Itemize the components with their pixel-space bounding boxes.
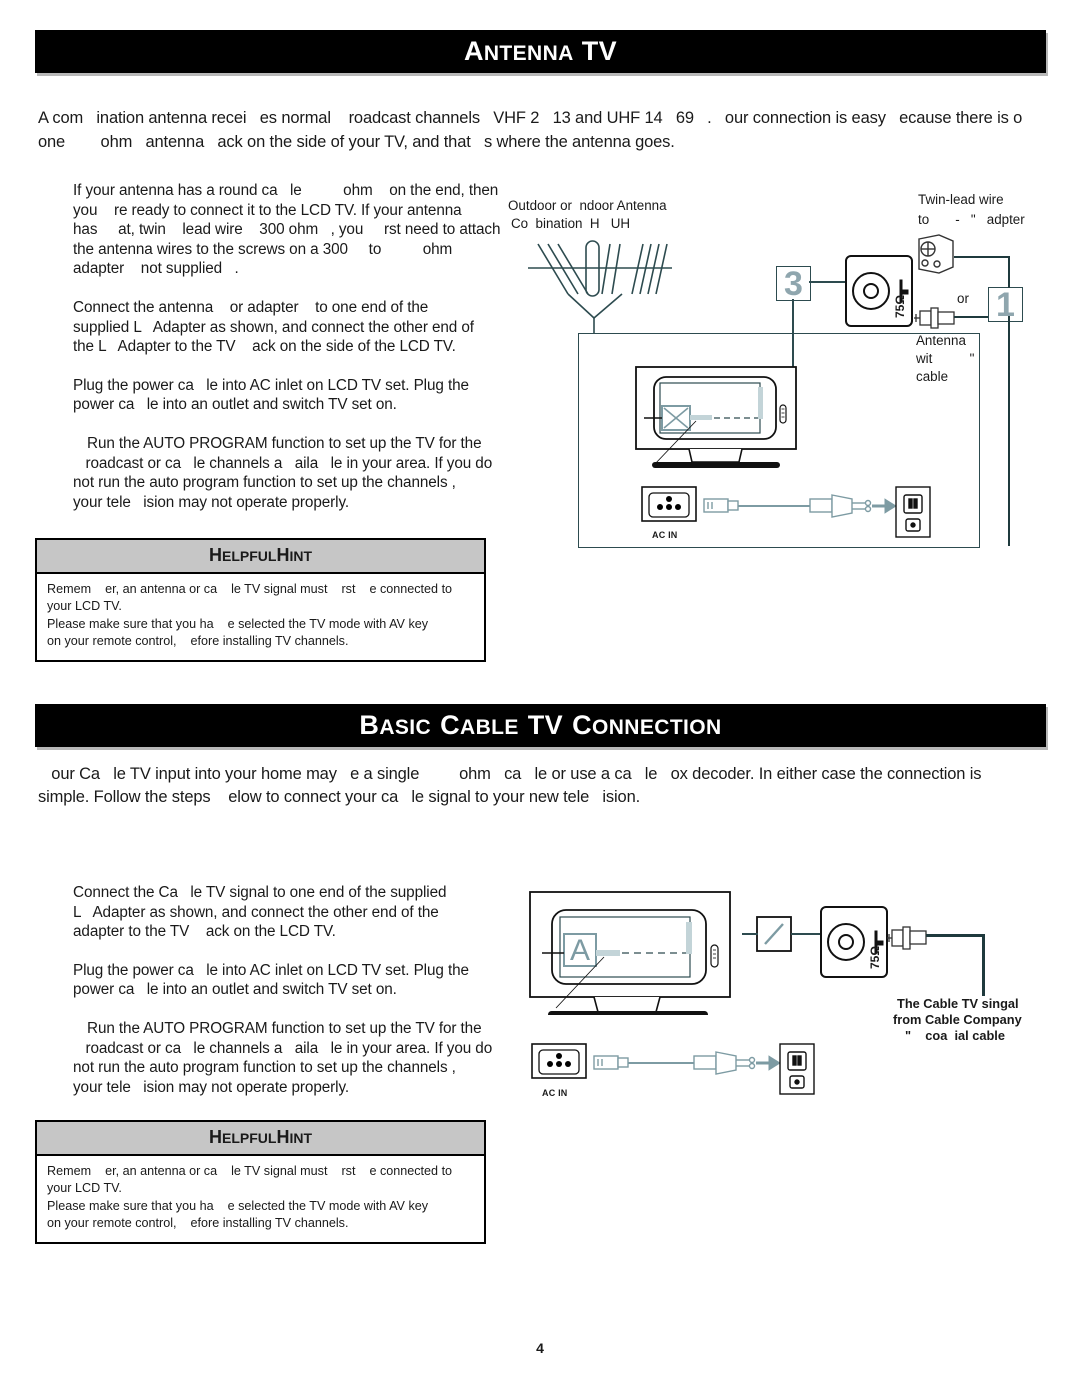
header2-rest-able: ABLE	[460, 716, 519, 739]
screen-letter-a: A	[570, 934, 590, 967]
header2-cap-c2: C	[572, 710, 592, 740]
hint2-rest-elpful: ELPFUL	[221, 1130, 277, 1146]
ac-in-label-2: AC IN	[542, 1088, 568, 1098]
antenna-cable-label-line2: wit "	[916, 351, 975, 366]
section2-paragraph-2: Plug the power ca le into AC inlet on LC…	[73, 961, 469, 999]
section-header-antenna-tv: A NTENNA TV	[35, 30, 1046, 73]
jack-impedance-label-2: 75Ω	[868, 946, 882, 969]
cable-splitter-icon	[756, 916, 792, 952]
step3-connector-line	[809, 281, 846, 283]
splitter-left-wire	[742, 933, 758, 935]
twin-lead-adapter-icon	[918, 234, 954, 274]
step1-trunk-upper	[1008, 256, 1011, 288]
hint-rest-int-1: INT	[289, 548, 312, 564]
header2-rest-asic: ASIC	[379, 716, 432, 739]
coax-cable-horizontal-2	[926, 934, 984, 937]
power-cord-drawing-1	[641, 486, 931, 538]
tv-set-drawing-2: A	[529, 891, 731, 1015]
power-cord-drawing-2	[531, 1043, 815, 1095]
section1-paragraph-3: Plug the power ca le into AC inlet on LC…	[73, 376, 469, 414]
section1-body-column: If your antenna has a round ca le ohm on…	[73, 181, 503, 531]
header2-cap-b: B	[359, 710, 380, 740]
hint2-cap-h1: H	[208, 1127, 222, 1147]
antenna-cable-label-line3: cable	[916, 369, 949, 384]
tv-set-drawing-1	[635, 366, 797, 468]
twin-lead-label-line1: Twin-lead wire	[918, 192, 1004, 207]
helpful-hint-box-1: H ELPFUL H INT Remem er, an antenna or ca l…	[35, 538, 486, 662]
ac-in-label-1: AC IN	[652, 530, 678, 540]
manual-page: A NTENNA TV A com ination antenna recei es…	[0, 0, 1080, 1397]
section-header-basic-cable-text: B ASIC C ABLE TV C ONNECTION	[359, 710, 721, 741]
section1-paragraph-2: Connect the antenna or adapter to one en…	[73, 298, 474, 356]
helpful-hint-title-2: H ELPFUL H INT	[37, 1122, 484, 1156]
step-number-1: 1	[988, 287, 1023, 322]
section-header-antenna-tv-text: A NTENNA TV	[464, 36, 617, 67]
helpful-hint-body-1: Remem er, an antenna or ca le TV signal …	[47, 582, 453, 649]
header2-rest-onnection: ONNECTION	[591, 716, 722, 739]
twin-lead-label-line2: to - " adpter	[918, 212, 1025, 227]
cable-note-line2: from Cable Company	[893, 1012, 1022, 1027]
section2-body-column: Connect the Ca le TV signal to one end o…	[73, 883, 503, 1116]
helpful-hint-title-1: H ELPFUL H INT	[37, 540, 484, 574]
coax-cable-vertical-2	[982, 934, 985, 996]
header2-tv: TV	[527, 710, 564, 740]
step-number-3: 3	[776, 266, 811, 301]
helpful-hint-box-2: H ELPFUL H INT Remem er, an antenna or ca l…	[35, 1120, 486, 1244]
section2-intro-line2: simple. Follow the steps elow to connect…	[38, 788, 641, 806]
section-header-basic-cable-tv-connection: B ASIC C ABLE TV C ONNECTION	[35, 704, 1046, 747]
page-number: 4	[536, 1340, 544, 1356]
section1-paragraph-4: Run the AUTO PROGRAM function to set up …	[73, 434, 493, 511]
header-rest-ntenna: NTENNA	[483, 42, 574, 65]
jack-impedance-label-1: 75Ω	[893, 295, 907, 318]
hint2-rest-int: INT	[289, 1130, 312, 1146]
section1-intro-line2: one ohm antenna ack on the side of your …	[38, 133, 675, 151]
hint-cap-h1: H	[208, 545, 222, 565]
step1-trunk-lower	[1008, 316, 1011, 546]
header-cap-a: A	[463, 36, 484, 66]
antenna-label-line1: Outdoor or ndoor Antenna	[508, 198, 667, 213]
section1-paragraph-1: If your antenna has a round ca le ohm on…	[73, 182, 501, 278]
coax-connector-icon-1	[914, 307, 955, 329]
hint2-cap-h2: H	[276, 1127, 290, 1147]
section2-paragraph-3: Run the AUTO PROGRAM function to set up …	[73, 1019, 493, 1096]
section2-paragraph-1: Connect the Ca le TV signal to one end o…	[73, 884, 447, 941]
coax-connector-icon-2	[887, 926, 927, 950]
cable-note-line3: " coa ial cable	[905, 1028, 1005, 1043]
hint-cap-h2: H	[276, 545, 290, 565]
header-tv: TV	[581, 36, 618, 66]
antenna-cable-label-line1: Antenna	[916, 333, 966, 348]
splitter-right-wire	[791, 933, 822, 935]
header2-cap-c: C	[440, 710, 460, 740]
helpful-hint-body-2: Remem er, an antenna or ca le TV signal …	[47, 1164, 453, 1231]
hint-rest-elpful-1: ELPFUL	[221, 548, 277, 564]
cable-note-line1: The Cable TV singal	[897, 996, 1019, 1011]
twin-lead-wire-line	[954, 256, 1010, 259]
